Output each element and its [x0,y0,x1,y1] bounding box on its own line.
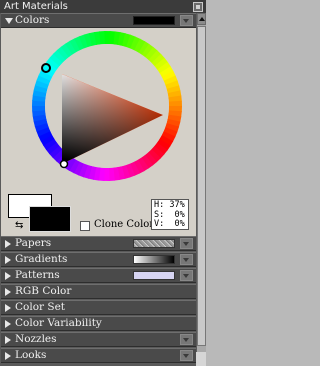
looks-label: Looks [15,349,47,361]
triangle-right-icon[interactable] [5,256,11,264]
scroll-up-icon[interactable] [197,13,206,25]
hsv-readout: H: 37% S: 0% V: 0% [151,199,189,230]
resize-grip[interactable] [196,352,206,366]
secondary-color-swatch[interactable] [29,206,71,232]
palette-menu-icon[interactable] [180,238,193,249]
papers-label: Papers [15,237,52,249]
section-patterns[interactable]: Patterns [1,268,196,283]
paper-texture-swatch[interactable] [133,239,175,248]
rgb-color-label: RGB Color [15,285,72,297]
clone-color-checkbox[interactable] [80,221,90,231]
window-title: Art Materials [4,1,68,12]
section-color-variability[interactable]: Color Variability [1,316,196,331]
pattern-preview-swatch[interactable] [133,271,175,280]
triangle-right-icon[interactable] [5,336,11,344]
gradient-preview-swatch[interactable] [133,255,175,264]
color-set-label: Color Set [15,301,66,313]
section-gradients[interactable]: Gradients [1,252,196,267]
triangle-right-icon[interactable] [5,352,11,360]
colors-label: Colors [15,14,50,26]
current-color-swatch [133,16,175,25]
clone-color-label: Clone Color [94,219,155,230]
title-bar[interactable]: Art Materials [0,0,206,13]
colors-panel: ⇆ Clone Color H: 37% S: 0% V: 0% [1,28,196,237]
triangle-right-icon[interactable] [5,304,11,312]
section-nozzles[interactable]: Nozzles [1,332,196,347]
color-point-indicator[interactable] [59,159,69,169]
triangle-right-icon[interactable] [5,288,11,296]
palette-menu-icon[interactable] [180,350,193,361]
value-value: V: 0% [154,219,185,229]
nozzles-label: Nozzles [15,333,57,345]
color-wheel[interactable] [31,30,183,182]
section-papers[interactable]: Papers [1,236,196,251]
triangle-right-icon[interactable] [5,240,11,248]
colors-header[interactable]: Colors [1,13,196,28]
palette-menu-icon[interactable] [180,334,193,345]
palette-menu-icon[interactable] [180,270,193,281]
color-variability-label: Color Variability [15,317,102,329]
section-looks[interactable]: Looks [1,348,196,363]
triangle-right-icon[interactable] [5,272,11,280]
palette-menu-icon[interactable] [180,254,193,265]
hue-segment[interactable] [32,105,46,112]
swap-colors-icon[interactable]: ⇆ [15,221,23,231]
section-color-set[interactable]: Color Set [1,300,196,315]
gradients-label: Gradients [15,253,68,265]
patterns-label: Patterns [15,269,60,281]
close-icon[interactable] [193,2,203,12]
vertical-scrollbar[interactable] [197,13,206,366]
scroll-thumb[interactable] [197,26,206,346]
palette-menu-icon[interactable] [180,15,193,26]
art-materials-palette: Art Materials Colors ⇆ Clone Color H: 37… [0,0,206,366]
triangle-down-icon[interactable] [5,18,13,24]
triangle-right-icon[interactable] [5,320,11,328]
hue-segment[interactable] [168,100,182,107]
section-rgb-color[interactable]: RGB Color [1,284,196,299]
